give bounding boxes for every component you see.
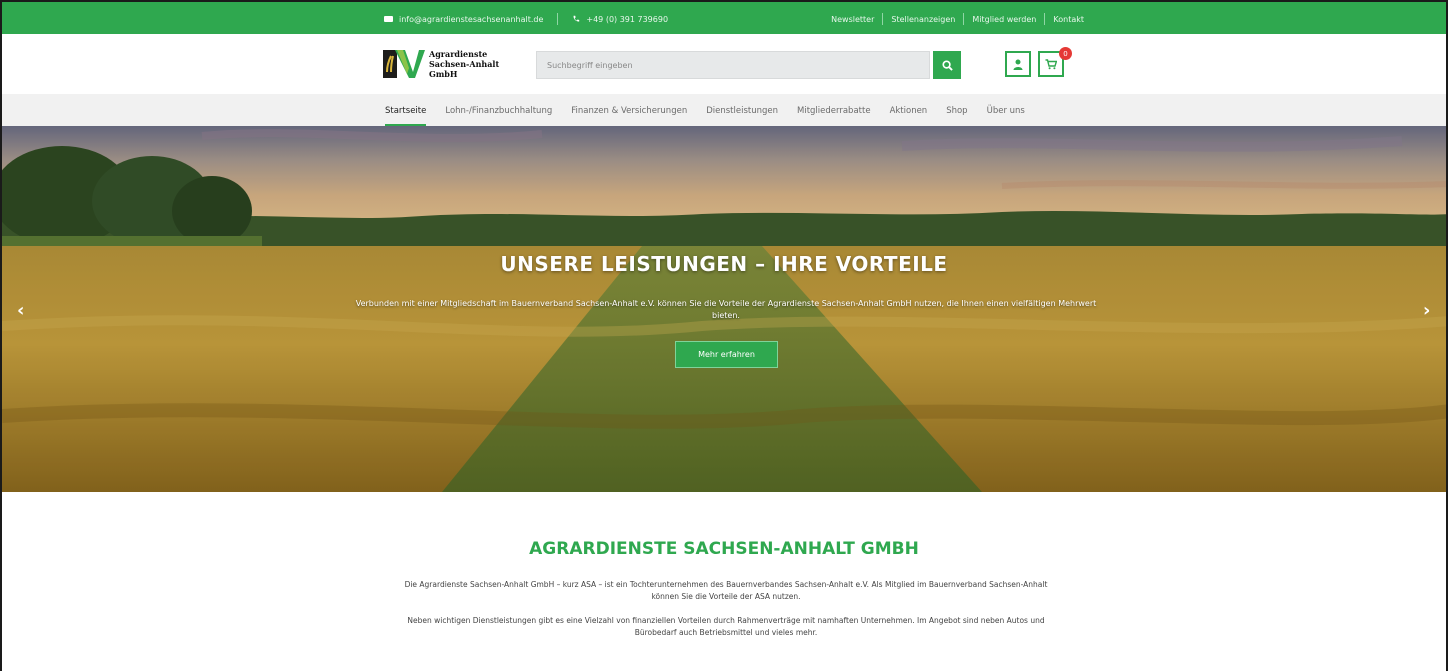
intro-title: AGRARDIENSTE SACHSEN-ANHALT GMBH: [529, 539, 919, 559]
nav-item-dienstleistungen[interactable]: Dienstleistungen: [706, 94, 778, 126]
nav-item-ueber-uns[interactable]: Über uns: [987, 94, 1025, 126]
jobs-link[interactable]: Stellenanzeigen: [883, 15, 963, 24]
email-link[interactable]: info@agrardienstesachsenanhalt.de: [399, 15, 543, 24]
logo-mark-icon: [383, 50, 425, 78]
site-header: Agrardienste Sachsen-Anhalt GmbH Suchbeg…: [2, 34, 1446, 94]
contact-link[interactable]: Kontakt: [1045, 15, 1092, 24]
phone-icon: [573, 15, 580, 22]
slider-next-arrow-icon[interactable]: ›: [1423, 300, 1430, 321]
cart-count-badge: 0: [1059, 47, 1072, 60]
nav-item-finanzen-versicherungen[interactable]: Finanzen & Versicherungen: [571, 94, 687, 126]
logo-line: Sachsen-Anhalt: [429, 59, 500, 69]
search-icon: [941, 59, 953, 71]
slider-prev-arrow-icon[interactable]: ‹: [17, 300, 24, 321]
phone-link[interactable]: +49 (0) 391 739690: [586, 15, 668, 24]
nav-item-shop[interactable]: Shop: [946, 94, 967, 126]
top-links: Newsletter Stellenanzeigen Mitglied werd…: [823, 13, 1092, 25]
nav-item-startseite[interactable]: Startseite: [385, 94, 427, 126]
more-info-button[interactable]: Mehr erfahren: [675, 341, 778, 368]
top-contact-bar: info@agrardienstesachsenanhalt.de +49 (0…: [2, 2, 1446, 34]
logo-line: Agrardienste: [429, 49, 488, 59]
logo-text: Agrardienste Sachsen-Anhalt GmbH: [429, 49, 499, 79]
page-frame: info@agrardienstesachsenanhalt.de +49 (0…: [0, 0, 1448, 671]
search-button[interactable]: [933, 51, 961, 79]
hero-slider: UNSERE LEISTUNGEN – IHRE VORTEILE Verbun…: [2, 126, 1446, 492]
search-input[interactable]: Suchbegriff eingeben: [536, 51, 930, 79]
cart-icon: [1045, 58, 1057, 69]
hero-text: Verbunden mit einer Mitgliedschaft im Ba…: [355, 299, 1097, 320]
intro-paragraph: Neben wichtigen Dienstleistungen gibt es…: [407, 616, 1045, 637]
contact-info: info@agrardienstesachsenanhalt.de +49 (0…: [384, 13, 668, 25]
nav-item-mitgliederrabatte[interactable]: Mitgliederrabatte: [797, 94, 871, 126]
hero-title: UNSERE LEISTUNGEN – IHRE VORTEILE: [500, 252, 948, 276]
divider: [557, 13, 559, 25]
main-nav: Startseite Lohn-/Finanzbuchhaltung Finan…: [2, 94, 1446, 126]
nav-item-aktionen[interactable]: Aktionen: [890, 94, 928, 126]
account-button[interactable]: [1005, 51, 1031, 77]
become-member-link[interactable]: Mitglied werden: [964, 15, 1044, 24]
nav-item-lohn-finanzbuchhaltung[interactable]: Lohn-/Finanzbuchhaltung: [445, 94, 552, 126]
user-icon: [1013, 59, 1023, 70]
mail-icon: [384, 16, 393, 22]
logo[interactable]: Agrardienste Sachsen-Anhalt GmbH: [383, 48, 499, 80]
intro-paragraph: Die Agrardienste Sachsen-Anhalt GmbH – k…: [404, 580, 1048, 601]
newsletter-link[interactable]: Newsletter: [823, 15, 882, 24]
logo-line: GmbH: [429, 69, 458, 79]
